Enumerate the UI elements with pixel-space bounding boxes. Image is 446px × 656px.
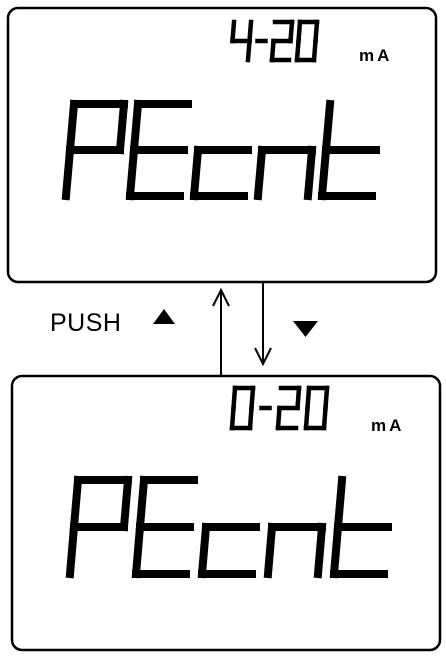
lcd-segment [129, 99, 143, 155]
lcd-segment [253, 145, 267, 201]
lcd-segment [125, 145, 139, 201]
lcd-segment [288, 19, 295, 44]
lcd-segment [189, 145, 203, 201]
main-display-top [61, 99, 380, 201]
lcd-segment [269, 38, 276, 63]
lcd-segment [294, 38, 301, 63]
lcd-segment [230, 19, 237, 44]
lcd-segment [249, 385, 256, 411]
lcd-segment [65, 99, 79, 155]
lcd-segment [305, 385, 312, 411]
lcd-segment [61, 145, 75, 201]
lcd-segment [311, 38, 318, 63]
lcd-segment [333, 475, 347, 532]
lcd-segment [313, 522, 327, 579]
up-arrow-line-icon [212, 287, 230, 376]
lcd-segment [296, 19, 303, 44]
lcd-segment [229, 405, 236, 431]
lcd-segment [231, 385, 238, 411]
lcd-segment [69, 475, 83, 532]
unit-label-bottom: mA [371, 416, 405, 435]
lcd-segment [321, 99, 335, 155]
lcd-segment [323, 385, 330, 411]
lcd-segment [317, 145, 331, 201]
lcd-segment [329, 522, 343, 579]
down-arrow-line-icon [254, 282, 272, 367]
up-triangle-icon [153, 309, 175, 324]
unit-label-top: mA [359, 46, 393, 65]
lcd-segment [247, 19, 254, 44]
lcd-segment [275, 405, 282, 431]
lcd-segment [119, 475, 133, 532]
main-display-bottom [65, 475, 392, 579]
down-triangle-icon [293, 321, 318, 337]
range-display-top [230, 19, 320, 63]
lcd-segment [197, 522, 211, 579]
range-display-bottom [229, 385, 330, 431]
lcd-segment [321, 405, 328, 431]
lcd-segment [135, 475, 149, 532]
lcd-segment [65, 522, 79, 579]
lcd-segment [247, 405, 254, 431]
lcd-segment [313, 19, 320, 44]
lcd-segment [115, 99, 129, 155]
lcd-segment [303, 405, 310, 431]
lcd-segment [303, 145, 317, 201]
lcd-segment [131, 522, 145, 579]
lcd-segment [263, 522, 277, 579]
lcd-segment [245, 38, 252, 63]
lcd-segment [295, 385, 302, 411]
push-label: PUSH [50, 309, 122, 337]
